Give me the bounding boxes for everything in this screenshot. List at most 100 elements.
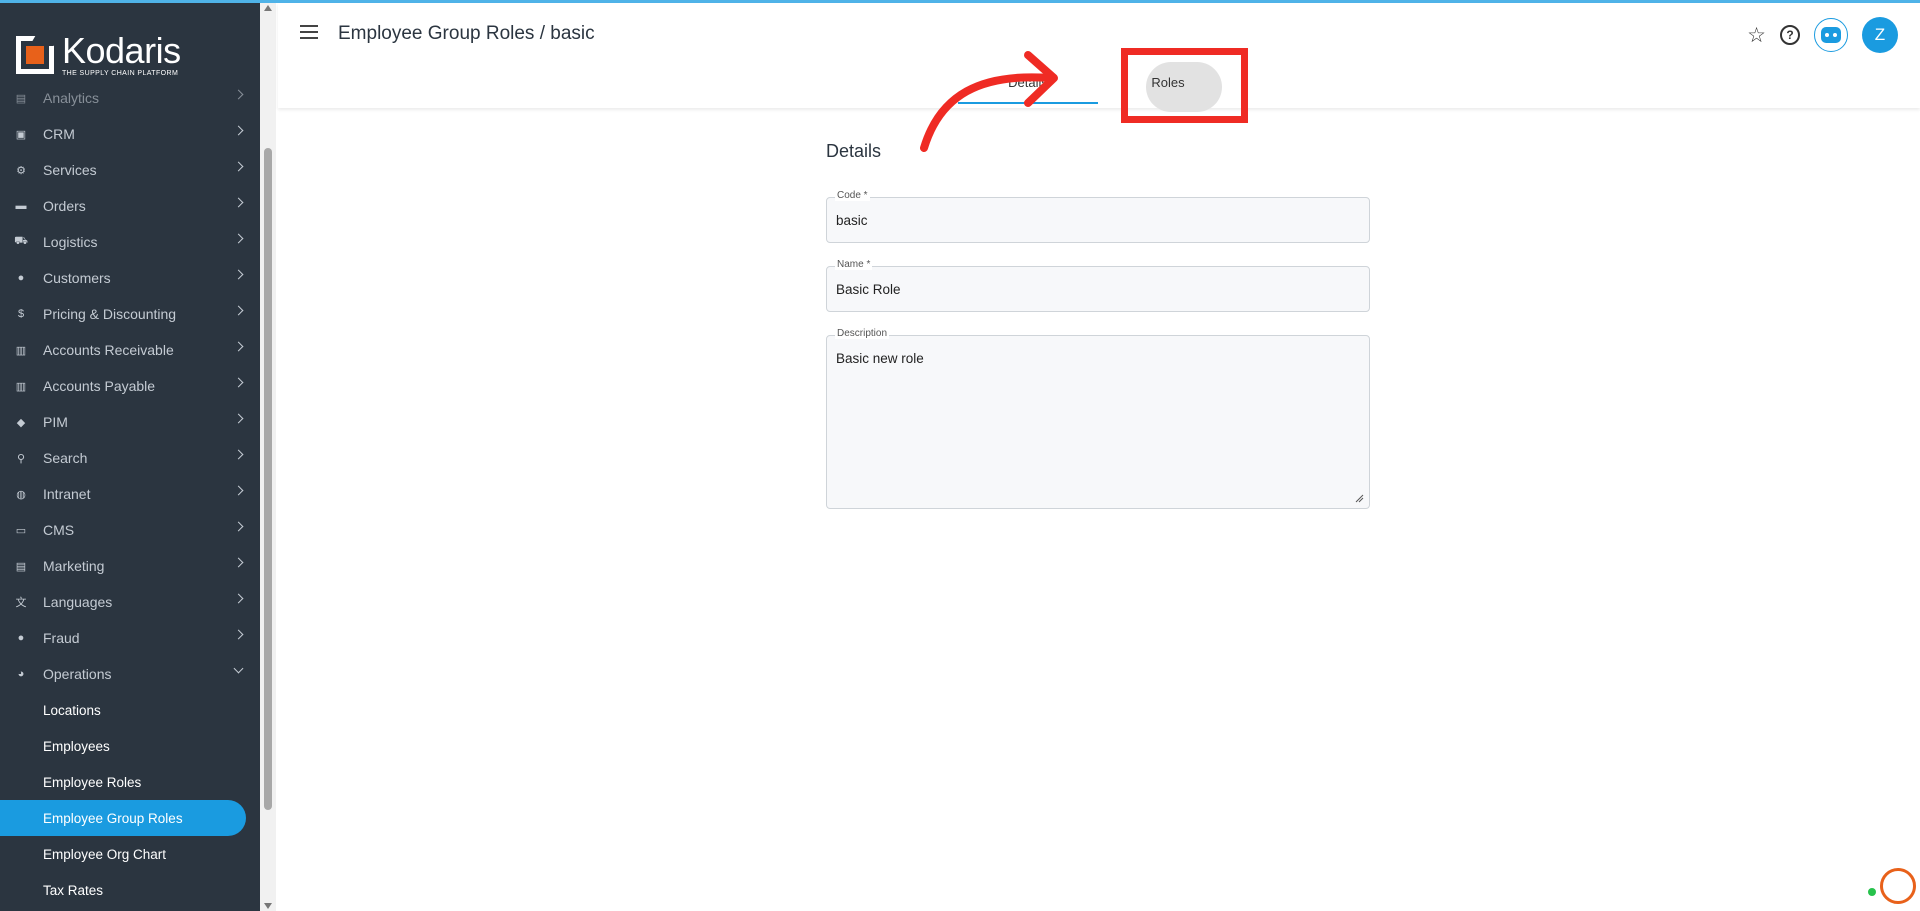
chevron-right-icon	[233, 89, 244, 100]
sidebar-item-fraud[interactable]: ● Fraud	[0, 620, 260, 656]
sidebar-item-search[interactable]: ⚲ Search	[0, 440, 260, 476]
sidebar-item-label: Services	[43, 162, 97, 178]
chevron-right-icon	[233, 341, 244, 352]
sidebar-subitem-label: Employee Org Chart	[43, 846, 167, 862]
logo-tagline: THE SUPPLY CHAIN PLATFORM	[62, 70, 179, 77]
chevron-right-icon	[233, 377, 244, 388]
sidebar-subitem-label: Employee Group Roles	[43, 810, 183, 826]
sidebar-item-services[interactable]: ⚙ Services	[0, 152, 260, 188]
sidebar-item-label: CRM	[43, 126, 75, 142]
sidebar: Kodaris THE SUPPLY CHAIN PLATFORM ▤ Anal…	[0, 3, 260, 911]
sidebar-item-label: Search	[43, 450, 88, 466]
sidebar-item-pricing[interactable]: $ Pricing & Discounting	[0, 296, 260, 332]
name-field-value[interactable]: Basic Role	[836, 282, 901, 297]
sidebar-item-label: Accounts Payable	[43, 378, 156, 394]
chevron-right-icon	[233, 593, 244, 604]
chevron-right-icon	[233, 305, 244, 316]
dollar-icon: $	[17, 308, 25, 320]
delivery-icon: ⛟	[14, 235, 28, 247]
online-status-dot	[1868, 888, 1876, 896]
truck-icon: ▬	[15, 200, 27, 212]
chevron-right-icon	[233, 485, 244, 496]
sidebar-item-label: CMS	[43, 522, 75, 538]
sidebar-item-pim[interactable]: ◆ PIM	[0, 404, 260, 440]
chevron-right-icon	[233, 233, 244, 244]
web-icon: ▭	[15, 524, 27, 537]
chat-support-icon[interactable]	[1880, 868, 1916, 904]
sidebar-item-label: Analytics	[43, 90, 100, 106]
sidebar-item-operations[interactable]: ◕ Operations	[0, 656, 260, 692]
sidebar-item-accounts-receivable[interactable]: ▥ Accounts Receivable	[0, 332, 260, 368]
resize-handle-icon[interactable]	[1355, 494, 1364, 503]
menu-icon[interactable]	[300, 25, 318, 39]
scrollbar-thumb[interactable]	[264, 148, 272, 810]
description-field-value[interactable]: Basic new role	[836, 351, 924, 366]
sidebar-item-accounts-payable[interactable]: ▥ Accounts Payable	[0, 368, 260, 404]
chevron-right-icon	[233, 413, 244, 424]
sidebar-item-intranet[interactable]: ◍ Intranet	[0, 476, 260, 512]
name-field[interactable]: Name * Basic Role	[826, 259, 1370, 312]
chevron-right-icon	[233, 557, 244, 568]
id-card-icon: ▤	[15, 560, 27, 573]
bank-icon: ▥	[15, 344, 27, 357]
chevron-right-icon	[233, 449, 244, 460]
chevron-right-icon	[233, 125, 244, 136]
globe-icon: ◍	[16, 488, 26, 501]
sidebar-item-label: Fraud	[43, 630, 80, 646]
scroll-down-arrow-icon[interactable]	[264, 903, 272, 909]
sidebar-item-orders[interactable]: ▬ Orders	[0, 188, 260, 224]
sidebar-item-analytics[interactable]: ▤ Analytics	[0, 80, 260, 116]
sidebar-subitem-locations[interactable]: Locations	[0, 692, 260, 728]
chevron-right-icon	[233, 629, 244, 640]
sidebar-item-logistics[interactable]: ⛟ Logistics	[0, 224, 260, 260]
sidebar-scrollbar[interactable]	[260, 3, 276, 911]
sidebar-item-label: Accounts Receivable	[43, 342, 174, 358]
avatar[interactable]: Z	[1862, 17, 1898, 53]
page-title: Employee Group Roles / basic	[338, 23, 595, 44]
chart-icon: ▤	[15, 92, 27, 105]
bank-icon: ▥	[15, 380, 27, 393]
description-field-label: Description	[835, 328, 890, 339]
section-title-details: Details	[826, 141, 882, 161]
kodaris-logo-icon	[16, 34, 61, 74]
sidebar-subitem-employee-group-roles[interactable]: Employee Group Roles	[0, 800, 246, 836]
chevron-right-icon	[233, 269, 244, 280]
palette-icon: ◕	[17, 668, 25, 680]
annotation-arrow-icon	[920, 51, 1058, 152]
sidebar-item-label: Logistics	[43, 234, 98, 250]
sidebar-item-crm[interactable]: ▣ CRM	[0, 116, 260, 152]
chevron-right-icon	[233, 197, 244, 208]
sidebar-subitem-employees[interactable]: Employees	[0, 728, 260, 764]
sidebar-item-languages[interactable]: 文 Languages	[0, 584, 260, 620]
help-icon[interactable]: ?	[1780, 25, 1800, 45]
sidebar-item-cms[interactable]: ▭ CMS	[0, 512, 260, 548]
search-icon: ⚲	[16, 452, 26, 465]
scroll-up-arrow-icon[interactable]	[264, 5, 272, 11]
sidebar-subitem-employee-org-chart[interactable]: Employee Org Chart	[0, 836, 260, 872]
translate-icon: 文	[15, 597, 27, 609]
chevron-right-icon	[233, 161, 244, 172]
sidebar-item-label: PIM	[43, 414, 68, 430]
assistant-bot-icon[interactable]	[1814, 18, 1848, 52]
sidebar-subitem-label: Tax Rates	[43, 882, 104, 898]
code-field[interactable]: Code * basic	[826, 190, 1370, 243]
sidebar-item-label: Marketing	[43, 558, 105, 574]
sidebar-item-label: Languages	[43, 594, 113, 610]
people-icon: ●	[17, 272, 25, 284]
code-field-label: Code *	[835, 190, 870, 201]
sidebar-subitem-employee-roles[interactable]: Employee Roles	[0, 764, 260, 800]
sidebar-subitem-label: Locations	[43, 702, 101, 718]
code-field-value[interactable]: basic	[836, 213, 868, 228]
sidebar-item-label: Customers	[43, 270, 111, 286]
logo-name: Kodaris	[62, 30, 181, 71]
sidebar-item-label: Intranet	[43, 486, 91, 502]
sidebar-subitem-label: Employees	[43, 738, 110, 754]
description-field[interactable]: Description Basic new role	[826, 328, 1370, 509]
sidebar-subitem-tax-rates[interactable]: Tax Rates	[0, 872, 260, 908]
header-actions: ☆ ? Z	[1747, 17, 1898, 53]
alert-icon: ●	[17, 632, 25, 644]
sidebar-item-marketing[interactable]: ▤ Marketing	[0, 548, 260, 584]
contact-icon: ▣	[15, 128, 27, 141]
sidebar-item-customers[interactable]: ● Customers	[0, 260, 260, 296]
star-icon[interactable]: ☆	[1747, 23, 1766, 48]
